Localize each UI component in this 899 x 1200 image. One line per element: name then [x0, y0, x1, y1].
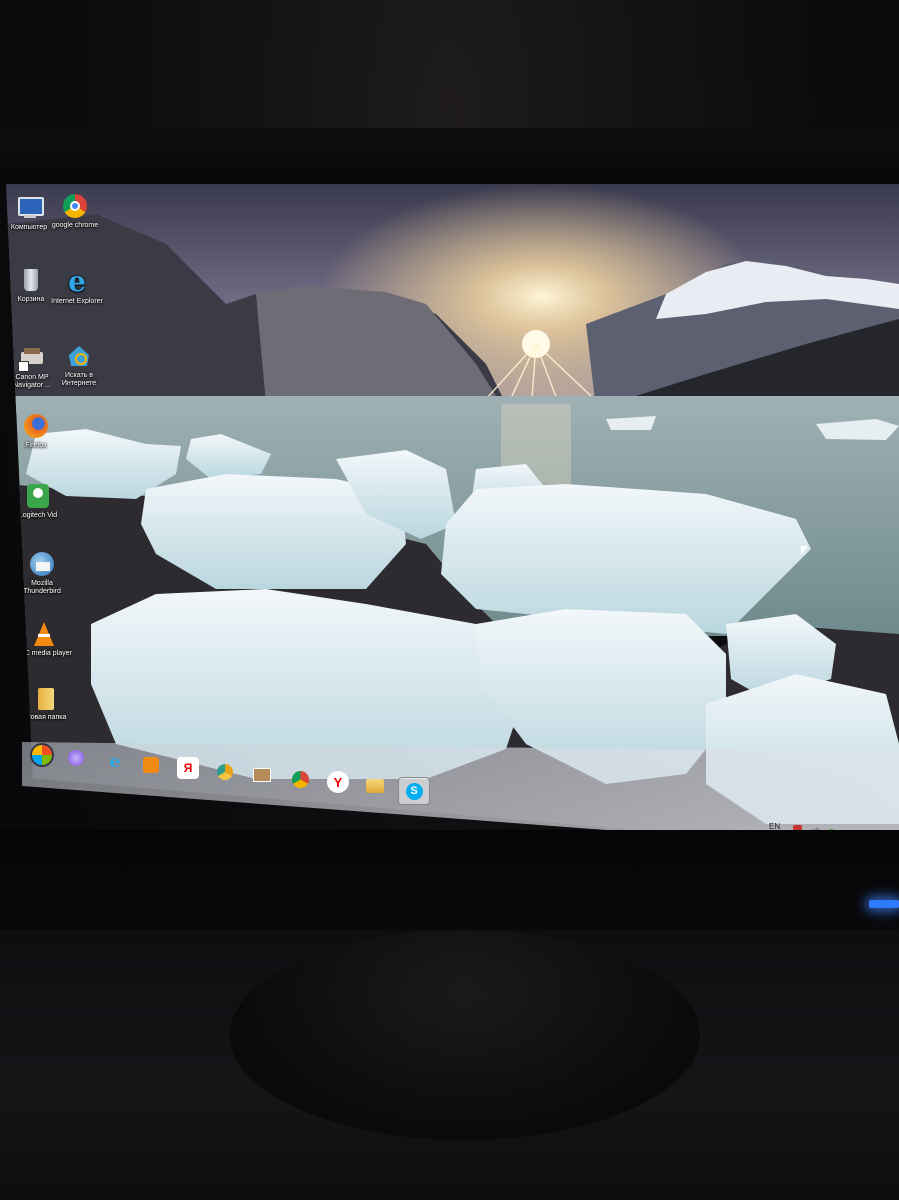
desktop-icon-label: Internet Explorer — [51, 298, 103, 305]
start-orb-icon — [32, 745, 52, 765]
vlc-icon — [30, 620, 58, 648]
taskbar-yandex[interactable]: Я — [177, 757, 199, 779]
canon-mp-navigator-icon — [18, 344, 46, 372]
taskbar-chrome[interactable] — [289, 768, 311, 790]
chrome-canary-icon — [217, 764, 233, 780]
recycle-bin-icon — [17, 266, 45, 294]
folder-icon — [366, 779, 384, 793]
logitech-vid-icon — [24, 482, 52, 510]
internet-explorer-icon: e — [109, 750, 121, 772]
taskbar-skype[interactable]: S — [398, 777, 430, 805]
desktop-icon-search-internet[interactable]: Искать в Интернете — [51, 342, 107, 388]
taskbar-explorer[interactable] — [364, 775, 386, 797]
desktop-icon-label: Искать в Интернете — [61, 372, 97, 387]
monitor-stand — [230, 930, 700, 1140]
taskbar-alice[interactable] — [65, 747, 87, 769]
chrome-icon — [291, 770, 309, 788]
thunderbird-icon — [28, 550, 56, 578]
package-icon — [253, 768, 271, 782]
desktop-icon-label: google chrome — [51, 222, 99, 229]
desktop-icon-internet-explorer[interactable]: e Internet Explorer — [49, 268, 105, 306]
taskbar-package[interactable] — [251, 764, 273, 786]
taskbar-media-player[interactable] — [140, 754, 162, 776]
media-player-icon — [143, 757, 159, 773]
chrome-icon — [61, 192, 89, 220]
firefox-icon — [22, 412, 50, 440]
alice-icon — [68, 750, 84, 766]
yandex-icon: Я — [183, 761, 193, 775]
taskbar-internet-explorer[interactable]: e — [104, 750, 126, 772]
power-led — [869, 900, 899, 908]
start-button[interactable] — [31, 744, 53, 766]
taskbar-chrome-canary[interactable] — [214, 761, 236, 783]
mouse-pointer-icon — [801, 546, 808, 555]
monitor-bezel-top — [0, 128, 899, 190]
search-internet-icon — [65, 342, 93, 370]
computer-icon — [15, 194, 44, 222]
taskbar-yandex-browser[interactable]: Y — [327, 771, 349, 793]
internet-explorer-icon: e — [68, 265, 86, 298]
skype-icon: S — [405, 782, 423, 800]
desktop-icon-chrome[interactable]: google chrome — [47, 192, 103, 230]
yandex-browser-icon: Y — [333, 774, 343, 790]
skype-glyph: S — [410, 785, 418, 797]
folder-icon — [32, 684, 60, 712]
